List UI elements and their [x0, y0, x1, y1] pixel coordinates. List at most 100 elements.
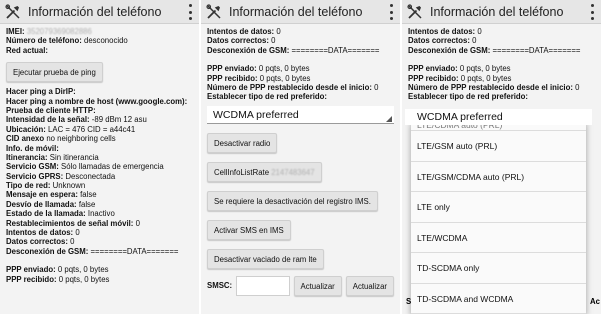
ppp-value: 0: [575, 82, 580, 92]
cellinfo-list-rate-button[interactable]: CellInfoListRate 2147483647: [207, 161, 322, 182]
selected-network-option[interactable]: WCDMA preferred: [405, 109, 592, 125]
imei-label: IMEI:: [6, 27, 25, 36]
info-label: Mensaje en espera:: [6, 190, 78, 200]
network-option[interactable]: TD-SCDMA only: [411, 253, 586, 284]
lte-ram-dump-button[interactable]: Desactivar vaciado de ram lte: [207, 248, 324, 269]
info-value: false: [78, 199, 96, 209]
info-row: Datos correctos: 0: [207, 36, 394, 45]
update-button-partial[interactable]: Ac: [590, 297, 600, 306]
ppp-label: PPP recibido:: [6, 274, 57, 284]
info-label: Servicio GPRS:: [6, 171, 64, 181]
phone-info-screen-2: Información del teléfono Intentos de dat…: [201, 0, 400, 314]
app-bar: Información del teléfono: [201, 0, 400, 24]
info-row: Intentos de datos: 0: [408, 27, 595, 36]
info-row: Intentos de datos: 0: [207, 27, 394, 36]
info-value: 0: [271, 36, 276, 46]
network-option[interactable]: TD-SCDMA and WCDMA: [411, 284, 586, 314]
ppp-row: PPP enviado: 0 pqts, 0 bytes: [408, 64, 595, 73]
info-value: 0: [135, 218, 140, 228]
info-value: 0: [70, 237, 75, 247]
ppp-row: PPP recibido: 0 pqts, 0 bytes: [207, 74, 394, 83]
disable-radio-button[interactable]: Desactivar radio: [207, 132, 278, 153]
sms-over-ims-button[interactable]: Activar SMS en IMS: [207, 219, 291, 240]
ppp-label: PPP recibido:: [408, 73, 459, 83]
info-row: Tipo de red: Unknown: [6, 181, 193, 190]
info-label: Itinerancia:: [6, 152, 48, 162]
app-title: Información del teléfono: [28, 4, 162, 19]
ppp-label: PPP enviado:: [6, 265, 56, 275]
app-bar: Información del teléfono: [0, 0, 199, 24]
info-label: Datos correctos:: [207, 36, 269, 46]
ppp-label: Número de PPP restablecido desde el inic…: [207, 82, 372, 92]
info-value: 0: [75, 228, 80, 238]
phone-number-value: desconocido: [83, 36, 128, 46]
ppp-row: PPP recibido: 0 pqts, 0 bytes: [408, 74, 595, 83]
info-label: Prueba de cliente HTTP:: [6, 105, 96, 115]
network-option[interactable]: LTE only: [411, 192, 586, 223]
info-row: Mensaje en espera: false: [6, 190, 193, 199]
phone-info-screen-1: Información del teléfono IMEI: 352079369…: [0, 0, 199, 314]
info-row: Prueba de cliente HTTP:: [6, 106, 193, 115]
overflow-menu-icon[interactable]: [589, 4, 595, 20]
info-row: Intentos de datos: 0: [6, 228, 193, 237]
info-value: no neighboring cells: [46, 134, 116, 144]
overflow-menu-icon[interactable]: [388, 4, 394, 20]
info-label: Intensidad de la señal:: [6, 115, 90, 125]
preferred-network-select[interactable]: WCDMA preferred: [207, 105, 394, 124]
overflow-menu-icon[interactable]: [187, 4, 193, 20]
info-label: Hacer ping a nombre de host (www.google.…: [6, 96, 188, 106]
info-row: Desconexión de GSM: ========DATA=======: [6, 247, 193, 256]
info-row: Intensidad de la señal: -89 dBm 12 asu: [6, 115, 193, 124]
ppp-value: 0: [374, 82, 379, 92]
info-row: Ubicación: LAC = 476 CID = a44c41: [6, 125, 193, 134]
current-network-label: Red actual:: [6, 45, 49, 55]
info-value: ========DATA=======: [90, 246, 179, 256]
cellinfo-label: CellInfoListRate: [214, 167, 270, 177]
app-bar: Información del teléfono: [402, 0, 601, 24]
info-label: Hacer ping a DirIP:: [6, 87, 76, 97]
ppp-label: PPP recibido:: [207, 73, 258, 83]
ppp-label: Número de PPP restablecido desde el inic…: [408, 82, 573, 92]
ppp-label: PPP enviado:: [207, 64, 257, 74]
ppp-value: 0 pqts, 0 bytes: [58, 274, 110, 284]
phone-number-label: Número de teléfono:: [6, 36, 82, 46]
info-value: 0: [276, 27, 281, 36]
refresh-smsc-button[interactable]: Actualizar: [345, 275, 394, 296]
network-option[interactable]: LTE/WCDMA: [411, 223, 586, 253]
info-label: Info. de móvil:: [6, 143, 59, 153]
cellinfo-value: 2147483647: [271, 167, 315, 177]
info-label: Estado de la llamada:: [6, 209, 86, 219]
info-label: Intentos de datos:: [207, 27, 275, 36]
info-label: Intentos de datos:: [408, 27, 476, 36]
ppp-value: 0 pqts, 0 bytes: [459, 64, 511, 74]
ppp-row: Número de PPP restablecido desde el inic…: [408, 83, 595, 92]
info-value: Sólo llamadas de emergencia: [61, 162, 164, 172]
info-label: Intentos de datos:: [6, 228, 74, 238]
info-label: Desvío de llamada:: [6, 199, 77, 209]
selected-network-value: WCDMA preferred: [417, 111, 503, 123]
info-value: ========DATA=======: [492, 45, 581, 55]
info-row: Desconexión de GSM: ========DATA=======: [207, 46, 394, 55]
info-value: LAC = 476 CID = a44c41: [48, 124, 136, 134]
ims-registration-button[interactable]: Se requiere la desactivación del registr…: [207, 190, 378, 211]
info-label: Restablecimientos de señal móvil:: [6, 218, 134, 228]
info-row: Datos correctos: 0: [408, 36, 595, 45]
ppp-value: 0 pqts, 0 bytes: [57, 265, 109, 275]
info-label: CID anexo: [6, 134, 45, 144]
ppp-value: 0 pqts, 0 bytes: [258, 64, 310, 74]
preferred-network-label: Establecer tipo de red preferido:: [408, 92, 529, 102]
network-option[interactable]: LTE/GSM/CDMA auto (PRL): [411, 162, 586, 192]
ppp-label: PPP enviado:: [408, 64, 458, 74]
info-row: Itinerancia: Sin itinerancia: [6, 153, 193, 162]
info-value: ========DATA=======: [291, 45, 380, 55]
update-smsc-button[interactable]: Actualizar: [293, 275, 342, 296]
info-row: CID anexo no neighboring cells: [6, 134, 193, 143]
smsc-input[interactable]: [236, 275, 290, 296]
network-option[interactable]: LTE/GSM auto (PRL): [411, 131, 586, 162]
info-value: 0: [477, 27, 482, 36]
ppp-row: Número de PPP restablecido desde el inic…: [207, 83, 394, 92]
ping-test-button[interactable]: Ejecutar prueba de ping: [6, 62, 103, 83]
info-value: Desconectada: [65, 171, 116, 181]
network-type-dropdown: LTE/CDMA auto (PRL) LTE/GSM auto (PRL) LTE…: [411, 121, 586, 314]
tools-icon: [407, 3, 422, 19]
